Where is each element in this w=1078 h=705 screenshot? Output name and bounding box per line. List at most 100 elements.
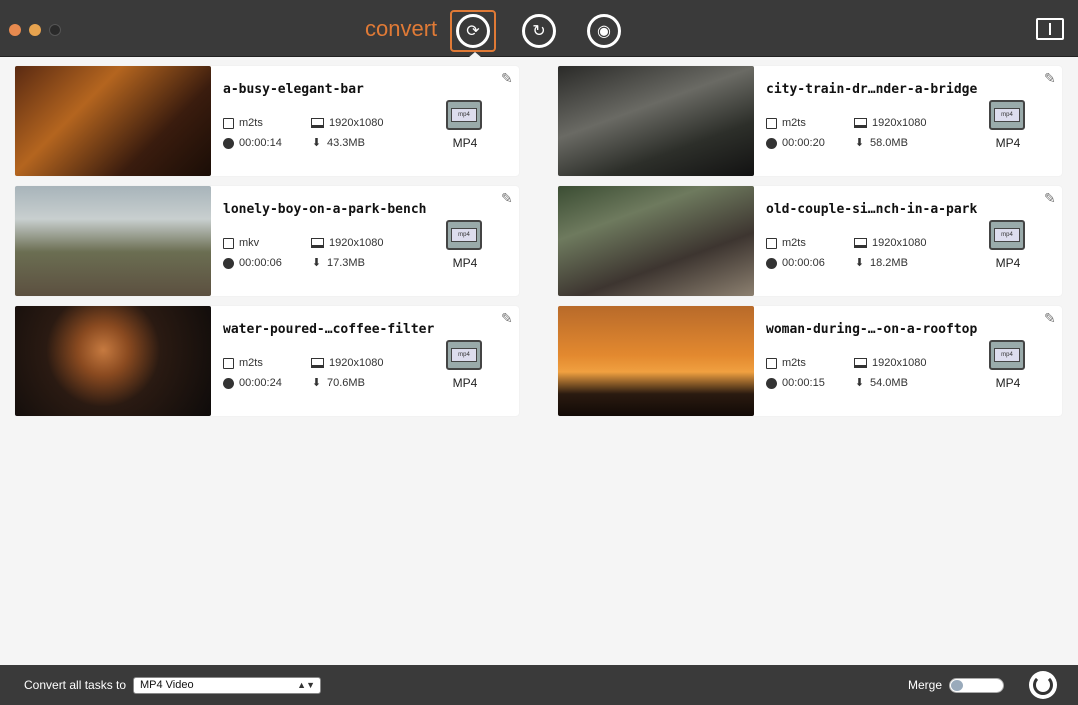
download-icon: ⬇ <box>854 256 865 269</box>
window-maximize-button[interactable] <box>49 24 61 36</box>
rotate-icon: ↻ <box>522 14 556 48</box>
task-title: old-couple-si…nch-in-a-park <box>766 202 978 217</box>
size-value: 18.2MB <box>870 257 908 269</box>
video-thumbnail[interactable] <box>558 306 754 416</box>
output-format-select[interactable]: MP4 Video ▲▼ <box>133 677 321 694</box>
target-format-label[interactable]: MP4 <box>991 256 1025 270</box>
video-thumbnail[interactable] <box>558 186 754 296</box>
task-card[interactable]: a-busy-elegant-bar m2ts 1920x1080 00:00:… <box>15 66 519 176</box>
edit-pencil-icon[interactable]: ✎ <box>501 70 513 87</box>
size-value: 70.6MB <box>327 377 365 389</box>
window-minimize-button[interactable] <box>29 24 41 36</box>
resolution-info: 1920x1080 <box>854 237 926 249</box>
format-info: m2ts <box>766 357 806 369</box>
target-format-icon[interactable]: mp4 <box>989 340 1025 370</box>
task-card[interactable]: lonely-boy-on-a-park-bench mkv 1920x1080… <box>15 186 519 296</box>
video-thumbnail[interactable] <box>15 306 211 416</box>
duration-info: 00:00:14 <box>223 137 282 149</box>
task-title: a-busy-elegant-bar <box>223 82 364 97</box>
resolution-value: 1920x1080 <box>872 357 927 369</box>
target-format-icon[interactable]: mp4 <box>446 100 482 130</box>
target-format-label[interactable]: MP4 <box>448 136 482 150</box>
monitor-icon <box>311 238 324 248</box>
video-thumbnail[interactable] <box>558 66 754 176</box>
window-close-button[interactable] <box>9 24 21 36</box>
resolution-info: 1920x1080 <box>311 117 383 129</box>
monitor-icon <box>854 238 867 248</box>
size-value: 43.3MB <box>327 137 365 149</box>
convert-icon <box>1033 675 1053 695</box>
task-title: woman-during-…-on-a-rooftop <box>766 322 978 337</box>
download-icon: ⬇ <box>854 136 865 149</box>
rotate-mode-button[interactable]: ↻ <box>516 10 562 52</box>
format-info: m2ts <box>223 117 263 129</box>
download-icon: ⬇ <box>311 136 322 149</box>
target-format-icon[interactable]: mp4 <box>989 100 1025 130</box>
edit-pencil-icon[interactable]: ✎ <box>1044 70 1056 87</box>
convert-mode-button[interactable]: ⟳ <box>450 10 496 58</box>
edit-pencil-icon[interactable]: ✎ <box>1044 310 1056 327</box>
task-card[interactable]: woman-during-…-on-a-rooftop m2ts 1920x10… <box>558 306 1062 416</box>
size-value: 54.0MB <box>870 377 908 389</box>
format-info: mkv <box>223 237 259 249</box>
output-format-value: MP4 Video <box>140 679 194 691</box>
target-format-icon[interactable]: mp4 <box>989 220 1025 250</box>
target-format-label[interactable]: MP4 <box>991 136 1025 150</box>
task-card[interactable]: city-train-dr…nder-a-bridge m2ts 1920x10… <box>558 66 1062 176</box>
monitor-icon <box>311 118 324 128</box>
target-format-icon[interactable]: mp4 <box>446 340 482 370</box>
duration-info: 00:00:15 <box>766 377 825 389</box>
format-value: m2ts <box>782 237 806 249</box>
task-title: water-poured-…coffee-filter <box>223 322 435 337</box>
convert-all-button[interactable] <box>1029 671 1057 699</box>
task-card[interactable]: old-couple-si…nch-in-a-park m2ts 1920x10… <box>558 186 1062 296</box>
duration-info: 00:00:06 <box>223 257 282 269</box>
resolution-info: 1920x1080 <box>311 237 383 249</box>
format-value: m2ts <box>239 117 263 129</box>
resolution-value: 1920x1080 <box>872 237 927 249</box>
resolution-value: 1920x1080 <box>329 237 384 249</box>
edit-pencil-icon[interactable]: ✎ <box>501 310 513 327</box>
task-title: lonely-boy-on-a-park-bench <box>223 202 427 217</box>
resolution-value: 1920x1080 <box>329 357 384 369</box>
video-thumbnail[interactable] <box>15 66 211 176</box>
format-value: m2ts <box>782 357 806 369</box>
film-icon <box>223 117 234 129</box>
film-icon <box>766 237 777 249</box>
merge-label: Merge <box>908 678 943 692</box>
merge-toggle[interactable] <box>949 678 1004 693</box>
export-folder-icon[interactable] <box>1036 18 1064 40</box>
clock-icon <box>766 257 777 269</box>
edit-pencil-icon[interactable]: ✎ <box>1044 190 1056 207</box>
media-mode-button[interactable]: ◉ <box>581 10 627 52</box>
edit-pencil-icon[interactable]: ✎ <box>501 190 513 207</box>
format-info: m2ts <box>766 117 806 129</box>
target-format-icon[interactable]: mp4 <box>446 220 482 250</box>
clock-icon <box>223 377 234 389</box>
format-info: m2ts <box>223 357 263 369</box>
target-format-label[interactable]: MP4 <box>448 376 482 390</box>
task-card[interactable]: water-poured-…coffee-filter m2ts 1920x10… <box>15 306 519 416</box>
video-thumbnail[interactable] <box>15 186 211 296</box>
size-value: 58.0MB <box>870 137 908 149</box>
download-icon: ⬇ <box>311 376 322 389</box>
format-value: m2ts <box>239 357 263 369</box>
target-format-label[interactable]: MP4 <box>448 256 482 270</box>
duration-value: 00:00:14 <box>239 137 282 149</box>
clock-icon <box>766 137 777 149</box>
monitor-icon <box>854 118 867 128</box>
convert-all-label: Convert all tasks to <box>24 678 127 692</box>
clock-icon <box>223 257 234 269</box>
target-format-label[interactable]: MP4 <box>991 376 1025 390</box>
duration-info: 00:00:20 <box>766 137 825 149</box>
size-info: ⬇ 17.3MB <box>311 257 365 269</box>
monitor-icon <box>854 358 867 368</box>
clock-icon <box>223 137 234 149</box>
toggle-knob <box>951 680 963 691</box>
clock-icon <box>766 377 777 389</box>
duration-info: 00:00:06 <box>766 257 825 269</box>
monitor-icon <box>311 358 324 368</box>
download-icon: ⬇ <box>311 256 322 269</box>
format-value: m2ts <box>782 117 806 129</box>
film-icon <box>766 357 777 369</box>
